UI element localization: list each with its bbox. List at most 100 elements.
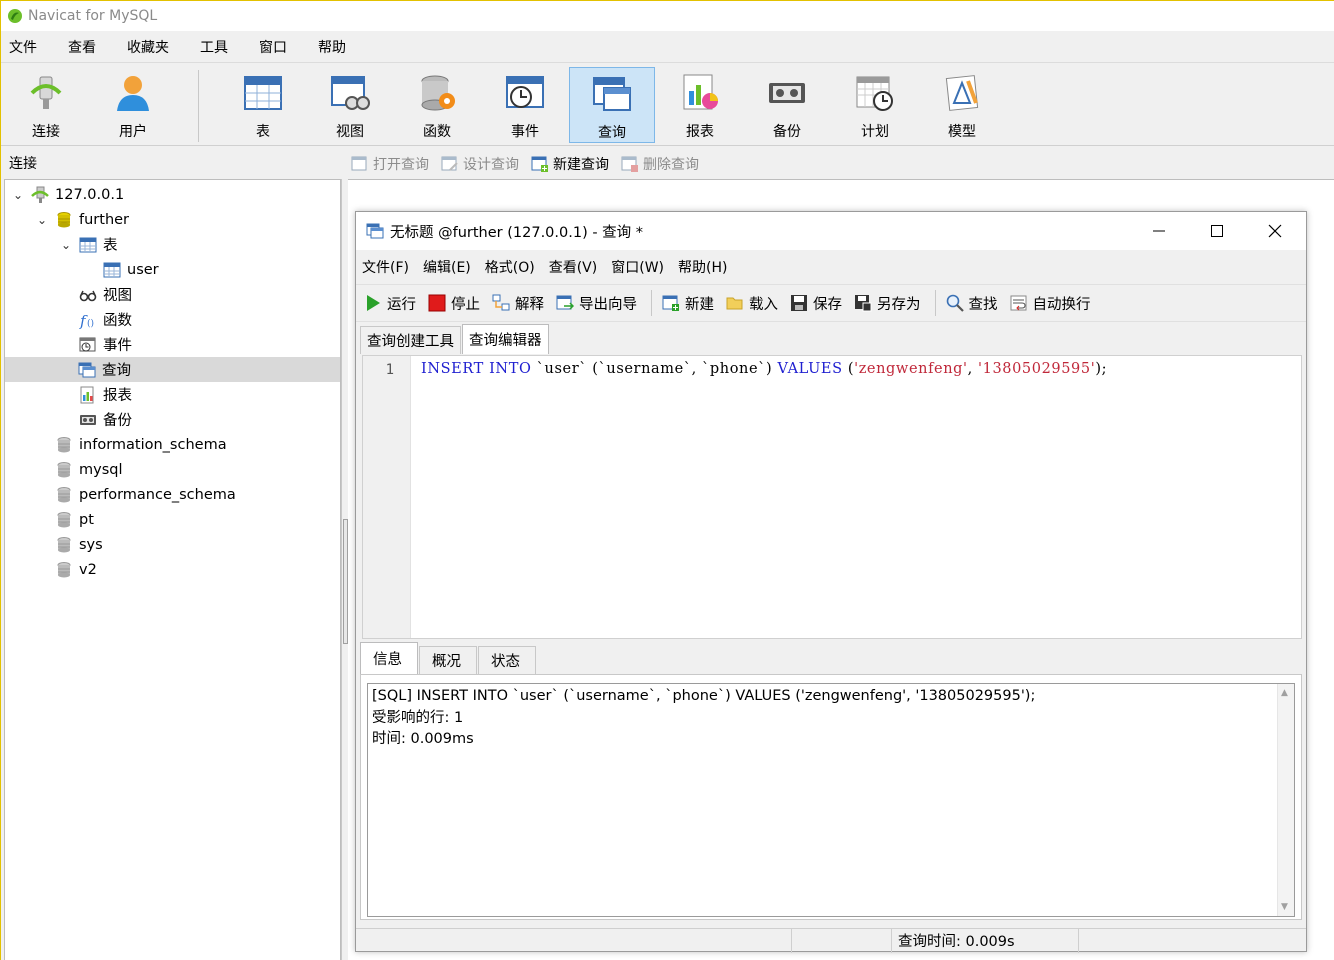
toolbar-separator bbox=[198, 70, 199, 142]
toolbar-event-label: 事件 bbox=[511, 124, 539, 140]
query-menu-window[interactable]: 窗口(W) bbox=[611, 257, 664, 277]
toolbar-table-label: 表 bbox=[256, 124, 270, 140]
stop-button[interactable]: 停止 bbox=[428, 293, 480, 314]
tab-info[interactable]: 信息 bbox=[360, 642, 418, 674]
query-icon bbox=[78, 362, 96, 377]
chevron-down-icon[interactable]: ⌄ bbox=[35, 213, 49, 227]
new-query-button[interactable]: 新建查询 bbox=[531, 154, 609, 174]
sql-code-line[interactable]: INSERT INTO `user` (`username`, `phone`)… bbox=[421, 361, 1107, 377]
chevron-down-icon[interactable]: ⌄ bbox=[11, 188, 25, 202]
tree-node-functions[interactable]: f() 函数 bbox=[79, 307, 132, 332]
message-box[interactable]: [SQL] INSERT INTO `user` (`username`, `p… bbox=[367, 683, 1295, 917]
database-closed-icon bbox=[57, 436, 71, 452]
query-toolbar: 运行 停止 解释 导出向导 新建 载入 保存 另存为 查找 自动换行 bbox=[356, 284, 1306, 322]
explain-button[interactable]: 解释 bbox=[492, 293, 544, 314]
toolbar-model-button[interactable]: 模型 bbox=[919, 67, 1005, 143]
query-menu-help[interactable]: 帮助(H) bbox=[678, 257, 727, 277]
query-menu-view[interactable]: 查看(V) bbox=[549, 257, 598, 277]
export-wizard-button[interactable]: 导出向导 bbox=[556, 293, 637, 314]
vertical-scrollbar[interactable]: ▲ ▼ bbox=[1277, 684, 1294, 916]
design-query-button[interactable]: 设计查询 bbox=[441, 154, 519, 174]
tree-node-db-sys[interactable]: sys bbox=[55, 532, 103, 557]
tab-overview[interactable]: 概况 bbox=[419, 646, 477, 674]
toolbar-user-button[interactable]: 用户 bbox=[90, 67, 176, 143]
tree-node-db-v2[interactable]: v2 bbox=[55, 557, 97, 582]
query-menu-format[interactable]: 格式(O) bbox=[485, 257, 535, 277]
status-cell-empty bbox=[1079, 929, 1306, 953]
save-as-button[interactable]: 另存为 bbox=[854, 293, 921, 314]
tree-node-db-information-schema[interactable]: information_schema bbox=[55, 432, 227, 457]
design-query-icon bbox=[441, 156, 458, 171]
report-icon bbox=[683, 74, 718, 110]
new-button[interactable]: 新建 bbox=[662, 293, 714, 314]
toolbar-backup-label: 备份 bbox=[773, 124, 801, 140]
tree-node-db-performance-schema[interactable]: performance_schema bbox=[55, 482, 236, 507]
tree-node-reports[interactable]: 报表 bbox=[79, 382, 132, 407]
tab-query-builder[interactable]: 查询创建工具 bbox=[360, 326, 461, 354]
menu-tools[interactable]: 工具 bbox=[192, 37, 243, 57]
app-title: Navicat for MySQL bbox=[28, 8, 158, 24]
toolbar-query-button[interactable]: 查询 bbox=[569, 67, 655, 143]
tree-node-db-pt[interactable]: pt bbox=[55, 507, 94, 532]
toolbar-event-button[interactable]: 事件 bbox=[482, 67, 568, 143]
menu-file[interactable]: 文件 bbox=[1, 37, 52, 57]
stop-label: 停止 bbox=[451, 296, 480, 313]
sql-string: 'zengwenfeng' bbox=[854, 361, 968, 377]
toolbar-connect-button[interactable]: 连接 bbox=[3, 67, 89, 143]
toolbar-view-button[interactable]: 视图 bbox=[307, 67, 393, 143]
sql-editor[interactable]: 1 INSERT INTO `user` (`username`, `phone… bbox=[362, 355, 1302, 639]
tree-node-backups[interactable]: 备份 bbox=[79, 407, 132, 432]
toolbar-backup-button[interactable]: 备份 bbox=[744, 67, 830, 143]
maximize-button[interactable] bbox=[1188, 212, 1246, 250]
find-button[interactable]: 查找 bbox=[946, 293, 998, 314]
database-closed-icon bbox=[57, 561, 71, 577]
folder-open-icon bbox=[726, 297, 743, 310]
database-closed-icon bbox=[57, 511, 71, 527]
result-pane: [SQL] INSERT INTO `user` (`username`, `p… bbox=[360, 674, 1302, 920]
delete-query-button[interactable]: 删除查询 bbox=[621, 154, 699, 174]
user-icon bbox=[117, 76, 149, 111]
maximize-icon bbox=[1211, 225, 1223, 237]
toolbar-report-button[interactable]: 报表 bbox=[657, 67, 743, 143]
toolbar-view-label: 视图 bbox=[336, 124, 364, 140]
save-button[interactable]: 保存 bbox=[790, 293, 842, 314]
export-wizard-label: 导出向导 bbox=[579, 296, 637, 313]
close-button[interactable] bbox=[1246, 212, 1304, 250]
menu-favorites[interactable]: 收藏夹 bbox=[119, 37, 184, 57]
play-icon bbox=[367, 295, 380, 311]
tab-query-editor[interactable]: 查询编辑器 bbox=[462, 324, 549, 354]
chevron-down-icon[interactable]: ⌄ bbox=[59, 238, 73, 252]
menu-view[interactable]: 查看 bbox=[60, 37, 111, 57]
panel-splitter[interactable] bbox=[341, 179, 348, 960]
tree-node-table-user[interactable]: user bbox=[103, 257, 159, 282]
tree-label-connection: 127.0.0.1 bbox=[55, 186, 125, 203]
tree-node-connection[interactable]: ⌄ 127.0.0.1 bbox=[11, 182, 124, 207]
scroll-up-icon[interactable]: ▲ bbox=[1281, 688, 1288, 698]
query-menu-file[interactable]: 文件(F) bbox=[362, 257, 409, 277]
open-query-button[interactable]: 打开查询 bbox=[351, 154, 429, 174]
toolbar-table-button[interactable]: 表 bbox=[220, 67, 306, 143]
toolbar-schedule-button[interactable]: 计划 bbox=[832, 67, 918, 143]
new-query-label: 新建查询 bbox=[553, 157, 609, 173]
status-query-time: 查询时间: 0.009s bbox=[892, 928, 1079, 953]
object-toolbar: 打开查询 设计查询 新建查询 删除查询 bbox=[351, 149, 1334, 179]
menu-window[interactable]: 窗口 bbox=[251, 37, 302, 57]
tree-label-views: 视图 bbox=[103, 288, 132, 304]
menu-help[interactable]: 帮助 bbox=[310, 37, 361, 57]
tab-status[interactable]: 状态 bbox=[478, 646, 536, 674]
load-button[interactable]: 载入 bbox=[726, 293, 778, 314]
toolbar-function-button[interactable]: 函数 bbox=[394, 67, 480, 143]
query-menu-edit[interactable]: 编辑(E) bbox=[423, 257, 471, 277]
tree-node-events[interactable]: 事件 bbox=[79, 332, 132, 357]
word-wrap-button[interactable]: 自动换行 bbox=[1010, 293, 1091, 314]
run-button[interactable]: 运行 bbox=[364, 293, 416, 314]
tree-node-db-mysql[interactable]: mysql bbox=[55, 457, 123, 482]
tree-node-tables[interactable]: ⌄ 表 bbox=[59, 232, 118, 257]
schedule-icon bbox=[856, 76, 893, 111]
scroll-down-icon[interactable]: ▼ bbox=[1281, 902, 1288, 912]
tree-node-db-further[interactable]: ⌄ further bbox=[35, 207, 129, 232]
minimize-button[interactable] bbox=[1130, 212, 1188, 250]
query-window-title-bar[interactable]: 无标题 @further (127.0.0.1) - 查询 * bbox=[356, 212, 1306, 250]
tree-node-queries[interactable]: 查询 bbox=[5, 357, 340, 382]
tree-node-views[interactable]: 视图 bbox=[79, 282, 132, 307]
